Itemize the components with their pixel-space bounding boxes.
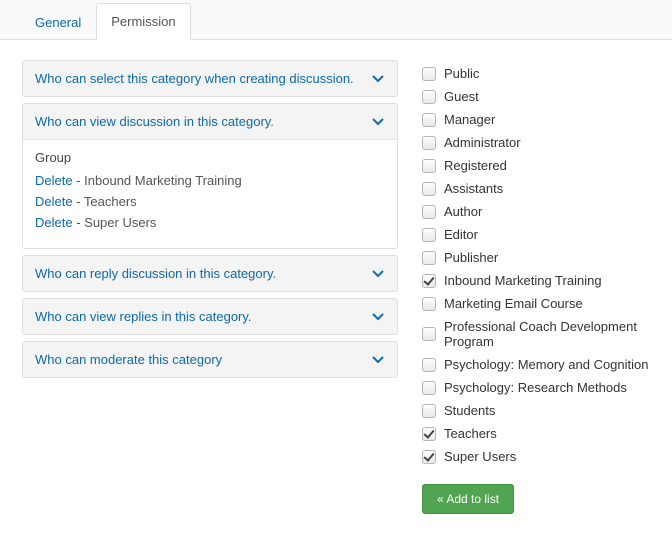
accordion-header[interactable]: Who can select this category when creati… [23, 61, 397, 96]
checklist-label: Public [444, 66, 479, 81]
checklist-label: Super Users [444, 449, 516, 464]
accordion-label: Who can view discussion in this category… [35, 114, 274, 129]
checklist-label: Teachers [444, 426, 497, 441]
checkbox[interactable] [422, 182, 436, 196]
accordion-view-replies: Who can view replies in this category. [22, 298, 398, 335]
group-row: Delete - Super Users [35, 215, 385, 230]
delete-link[interactable]: Delete [35, 215, 73, 230]
content: Who can select this category when creati… [0, 40, 672, 534]
group-row: Delete - Teachers [35, 194, 385, 209]
checklist-label: Marketing Email Course [444, 296, 583, 311]
delete-link[interactable]: Delete [35, 194, 73, 209]
checkbox[interactable] [422, 90, 436, 104]
checklist-item: Psychology: Memory and Cognition [422, 353, 652, 376]
accordion-label: Who can select this category when creati… [35, 71, 354, 86]
checklist-item: Publisher [422, 246, 652, 269]
accordion-column: Who can select this category when creati… [22, 60, 398, 514]
checklist-item: Assistants [422, 177, 652, 200]
group-heading: Group [35, 150, 385, 165]
checkbox[interactable] [422, 358, 436, 372]
group-name: - Super Users [76, 215, 156, 230]
checkbox[interactable] [422, 297, 436, 311]
checklist-item: Manager [422, 108, 652, 131]
checklist-label: Manager [444, 112, 495, 127]
checklist-label: Students [444, 403, 495, 418]
checkbox[interactable] [422, 381, 436, 395]
tab-bar: General Permission [0, 0, 672, 40]
checklist-label: Editor [444, 227, 478, 242]
checkbox[interactable] [422, 228, 436, 242]
delete-link[interactable]: Delete [35, 173, 73, 188]
checklist-label: Administrator [444, 135, 521, 150]
checklist-label: Registered [444, 158, 507, 173]
checklist-item: Psychology: Research Methods [422, 376, 652, 399]
checkbox[interactable] [422, 450, 436, 464]
group-checklist: Public Guest Manager Administrator Registere… [422, 62, 652, 468]
checklist-label: Author [444, 204, 482, 219]
checklist-item: Professional Coach Development Program [422, 315, 652, 353]
accordion-header[interactable]: Who can moderate this category [23, 342, 397, 377]
accordion-header[interactable]: Who can view replies in this category. [23, 299, 397, 334]
checklist-item: Marketing Email Course [422, 292, 652, 315]
accordion-moderate-category: Who can moderate this category [22, 341, 398, 378]
chevron-down-icon [371, 267, 385, 281]
add-to-list-button[interactable]: « Add to list [422, 484, 514, 514]
checklist-label: Guest [444, 89, 479, 104]
chevron-down-icon [371, 72, 385, 86]
checkbox[interactable] [422, 327, 436, 341]
accordion-view-discussion: Who can view discussion in this category… [22, 103, 398, 249]
accordion-header[interactable]: Who can view discussion in this category… [23, 104, 397, 139]
tab-general[interactable]: General [20, 4, 96, 40]
checklist-item: Guest [422, 85, 652, 108]
checkbox[interactable] [422, 404, 436, 418]
checklist-item: Registered [422, 154, 652, 177]
chevron-down-icon [371, 115, 385, 129]
checkbox[interactable] [422, 251, 436, 265]
checkbox[interactable] [422, 159, 436, 173]
chevron-down-icon [371, 353, 385, 367]
checklist-label: Professional Coach Development Program [444, 319, 652, 349]
accordion-body: Group Delete - Inbound Marketing Trainin… [23, 139, 397, 248]
checkbox[interactable] [422, 205, 436, 219]
tab-permission[interactable]: Permission [96, 3, 190, 40]
accordion-select-category: Who can select this category when creati… [22, 60, 398, 97]
checklist-label: Publisher [444, 250, 498, 265]
checklist-item: Public [422, 62, 652, 85]
checkbox[interactable] [422, 136, 436, 150]
checklist-label: Assistants [444, 181, 503, 196]
accordion-reply-discussion: Who can reply discussion in this categor… [22, 255, 398, 292]
checklist-item: Super Users [422, 445, 652, 468]
checklist-item: Author [422, 200, 652, 223]
checkbox[interactable] [422, 67, 436, 81]
accordion-label: Who can moderate this category [35, 352, 222, 367]
checklist-item: Editor [422, 223, 652, 246]
group-name: - Teachers [76, 194, 136, 209]
checklist-column: Public Guest Manager Administrator Registere… [422, 60, 652, 514]
chevron-down-icon [371, 310, 385, 324]
checklist-item: Students [422, 399, 652, 422]
checkbox[interactable] [422, 427, 436, 441]
checklist-label: Psychology: Memory and Cognition [444, 357, 649, 372]
checkbox[interactable] [422, 113, 436, 127]
group-name: - Inbound Marketing Training [76, 173, 242, 188]
checklist-item: Teachers [422, 422, 652, 445]
checklist-label: Inbound Marketing Training [444, 273, 602, 288]
group-row: Delete - Inbound Marketing Training [35, 173, 385, 188]
checklist-label: Psychology: Research Methods [444, 380, 627, 395]
checklist-item: Inbound Marketing Training [422, 269, 652, 292]
checklist-item: Administrator [422, 131, 652, 154]
checkbox[interactable] [422, 274, 436, 288]
accordion-label: Who can reply discussion in this categor… [35, 266, 276, 281]
accordion-header[interactable]: Who can reply discussion in this categor… [23, 256, 397, 291]
accordion-label: Who can view replies in this category. [35, 309, 252, 324]
